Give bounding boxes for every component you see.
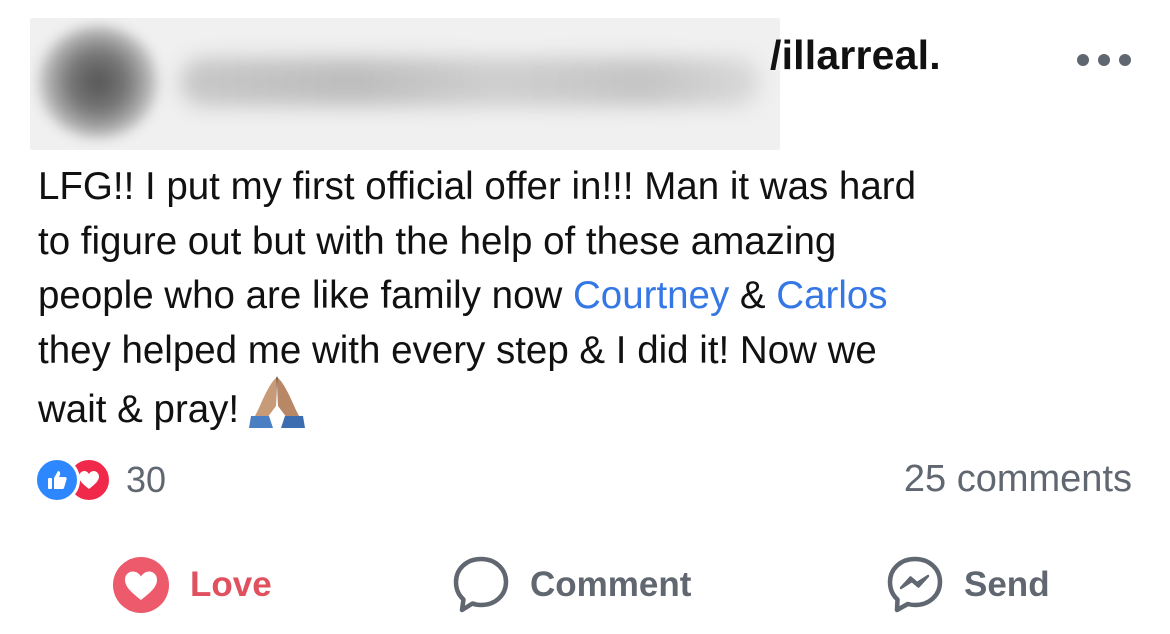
post-text-segment: & [729, 274, 777, 317]
mention-courtney[interactable]: Courtney [573, 274, 729, 317]
post-text-segment: people who are like family now [38, 274, 573, 317]
send-button-label: Send [964, 565, 1050, 604]
messenger-icon [886, 555, 944, 615]
post-text-line: LFG!! I put my first official offer in!!… [38, 165, 916, 208]
redacted-name [180, 58, 760, 106]
redacted-author-area [30, 18, 780, 150]
post-text-line: wait & pray! [38, 376, 1138, 446]
folded-hands-icon [249, 372, 306, 446]
send-button[interactable]: Send [886, 550, 1050, 620]
love-icon [112, 556, 170, 614]
comments-count-link[interactable]: 25 comments [904, 458, 1132, 501]
post-text-line: people who are like family now Courtney … [38, 269, 1138, 324]
mention-carlos[interactable]: Carlos [776, 274, 887, 317]
action-bar: Love Comment Send [0, 550, 1170, 620]
post-body: LFG!! I put my first official offer in!!… [38, 160, 1138, 446]
post-text-line: to figure out but with the help of these… [38, 219, 837, 263]
more-dots-icon[interactable] [1077, 52, 1131, 68]
like-icon [34, 457, 80, 503]
comment-bubble-icon [452, 555, 510, 615]
reaction-count: 30 [126, 459, 167, 500]
author-name[interactable]: /illarreal. [770, 32, 941, 79]
avatar[interactable] [38, 26, 158, 138]
post-text-segment: wait & pray! [38, 387, 240, 431]
post-text-line: they helped me with every step & I did i… [38, 328, 877, 372]
comment-button-label: Comment [530, 565, 692, 604]
reaction-summary[interactable]: 30 [34, 455, 166, 505]
love-button-label: Love [190, 565, 272, 604]
post-header: /illarreal. [30, 18, 1140, 150]
comment-button[interactable]: Comment [452, 550, 691, 620]
love-button[interactable]: Love [112, 550, 272, 620]
